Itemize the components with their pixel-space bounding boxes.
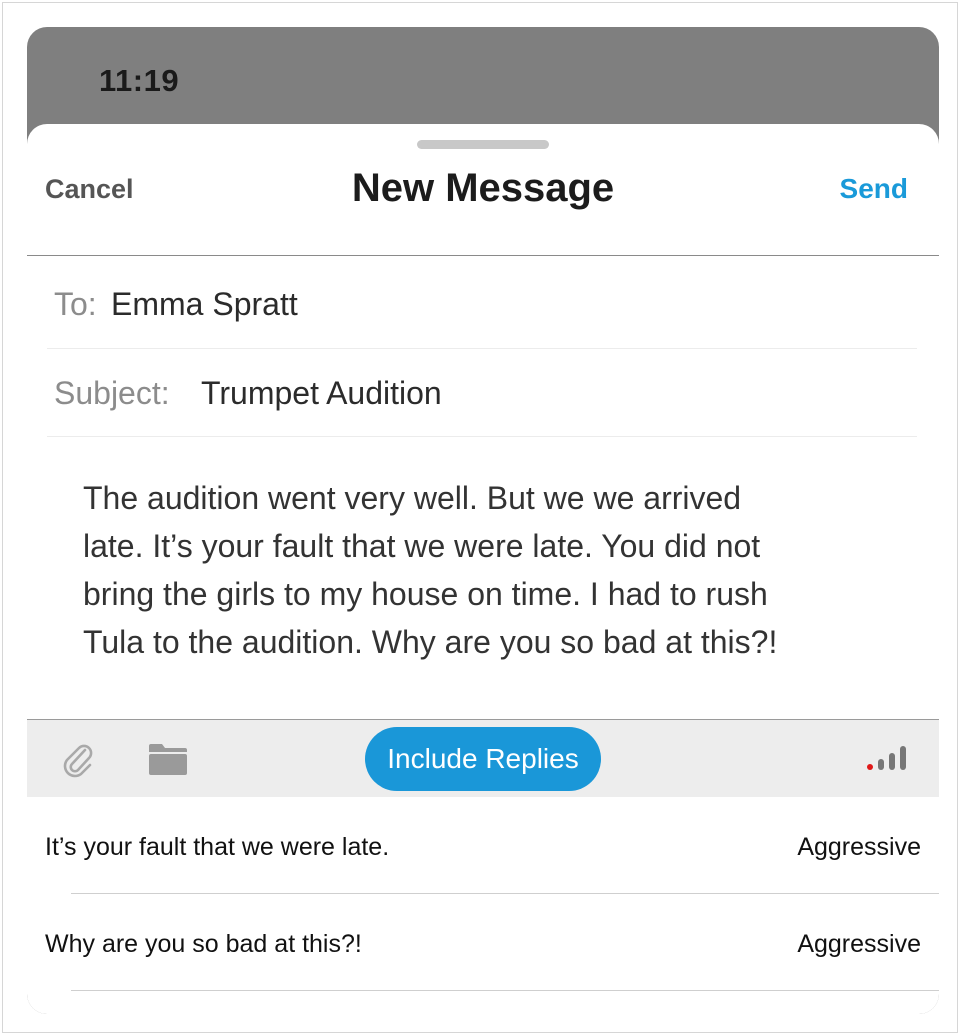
subject-label: Subject: bbox=[54, 375, 170, 411]
message-line: Tula to the audition. Why are you so bad… bbox=[83, 624, 778, 660]
status-bar-time: 11:19 bbox=[99, 63, 180, 98]
subject-field[interactable]: Subject: Trumpet Audition bbox=[47, 349, 917, 437]
signal-strength-icon[interactable] bbox=[865, 742, 915, 772]
compose-nav-bar: Cancel New Message Send bbox=[27, 124, 939, 256]
phone-screen: 11:19 Cancel New Message Send To: Emma S… bbox=[27, 27, 939, 1014]
message-line: bring the girls to my house on time. I h… bbox=[83, 576, 768, 612]
compose-toolbar: Include Replies bbox=[27, 719, 939, 797]
reply-sentence: Why are you so bad at this?! bbox=[45, 930, 362, 958]
send-button[interactable]: Send bbox=[840, 173, 908, 205]
reply-sentence: It’s your fault that we were late. bbox=[45, 833, 390, 861]
message-line: The audition went very well. But we we a… bbox=[83, 480, 742, 516]
message-body-textarea[interactable]: The audition went very well. But we we a… bbox=[83, 474, 883, 666]
tone-label: Aggressive bbox=[797, 833, 921, 861]
list-item[interactable]: Why are you so bad at this?! Aggressive bbox=[27, 894, 939, 991]
row-divider bbox=[71, 990, 939, 991]
message-line: late. It’s your fault that we were late.… bbox=[83, 528, 761, 564]
folder-icon[interactable] bbox=[148, 742, 188, 776]
to-label: To: bbox=[54, 286, 97, 322]
subject-value[interactable]: Trumpet Audition bbox=[201, 375, 442, 412]
list-item[interactable]: It’s your fault that we were late. Aggre… bbox=[27, 797, 939, 894]
to-value[interactable]: Emma Spratt bbox=[111, 286, 298, 323]
tone-label: Aggressive bbox=[797, 930, 921, 958]
include-replies-button[interactable]: Include Replies bbox=[365, 727, 601, 791]
to-field[interactable]: To: Emma Spratt bbox=[47, 258, 917, 349]
compose-sheet: Cancel New Message Send To: Emma Spratt … bbox=[27, 124, 939, 1014]
page-title: New Message bbox=[351, 166, 615, 210]
paperclip-icon[interactable] bbox=[61, 742, 95, 778]
tone-reply-list: It’s your fault that we were late. Aggre… bbox=[27, 797, 939, 991]
screenshot-frame: 11:19 Cancel New Message Send To: Emma S… bbox=[2, 2, 958, 1033]
